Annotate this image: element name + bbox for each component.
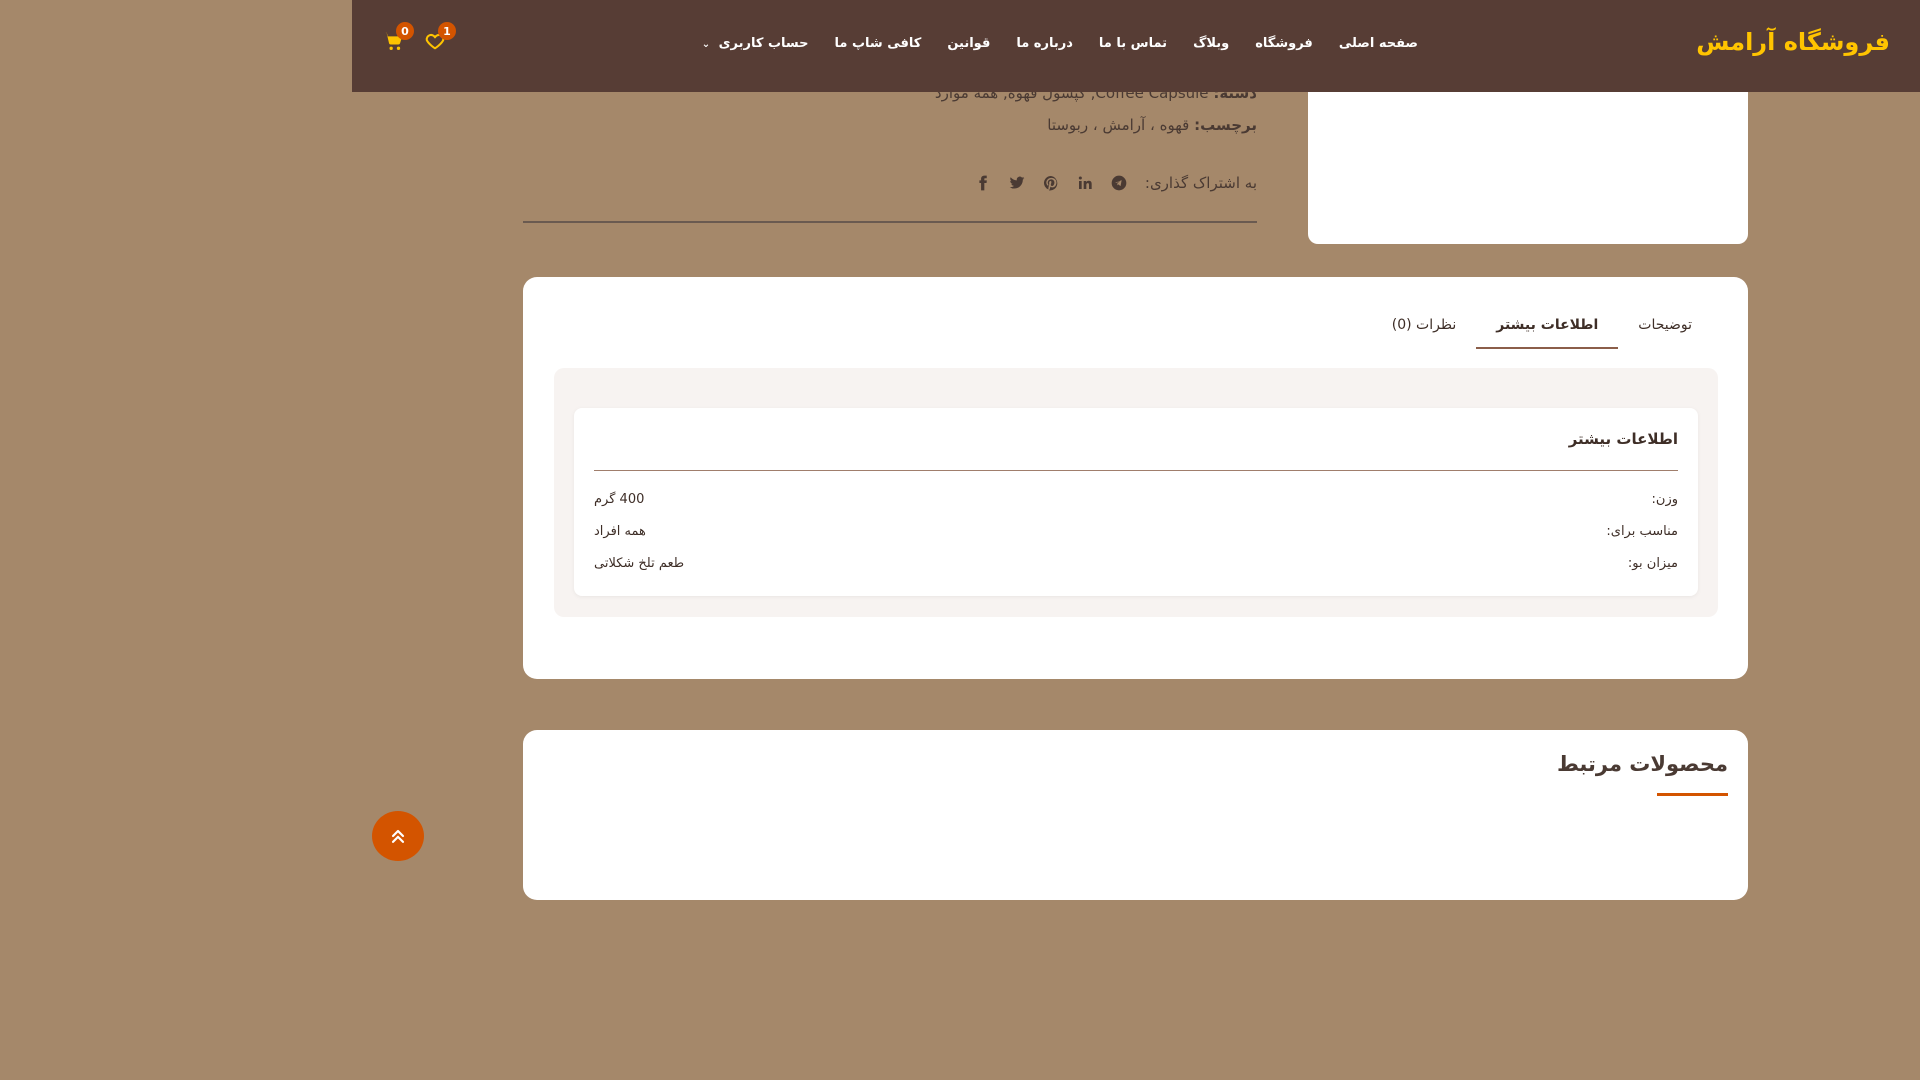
- cart-button[interactable]: 0: [382, 22, 414, 52]
- wishlist-button[interactable]: 1: [424, 22, 456, 52]
- tab-reviews[interactable]: نظرات (0): [1372, 313, 1476, 349]
- share-label: به اشتراک گذاری:: [1144, 174, 1257, 192]
- twitter-icon[interactable]: [1009, 175, 1025, 191]
- telegram-icon[interactable]: [1111, 175, 1127, 191]
- nav-item-contact[interactable]: تماس با ما: [1099, 36, 1167, 51]
- product-tabs-card: توضیحات اطلاعات بیشتر نظرات (0) اطلاعات …: [523, 277, 1748, 679]
- additional-info-box: اطلاعات بیشتر وزن: 400 گرم مناسب برای: ه…: [574, 408, 1698, 596]
- site-logo[interactable]: فروشگاه آرامش: [1696, 28, 1890, 56]
- product-tabs: توضیحات اطلاعات بیشتر نظرات (0): [1372, 313, 1712, 349]
- double-chevron-up-icon: [391, 829, 405, 843]
- info-label: وزن:: [1651, 492, 1678, 507]
- facebook-icon[interactable]: [975, 175, 991, 191]
- nav-item-home[interactable]: صفحه اصلی: [1339, 36, 1418, 51]
- tags-value[interactable]: قهوه ، آرامش ، ربوستا: [1047, 116, 1189, 134]
- nav-item-account[interactable]: حساب کاربری ⌄: [702, 36, 809, 51]
- nav-item-shop[interactable]: فروشگاه: [1255, 36, 1313, 51]
- info-row-aroma: میزان بو: طعم تلخ شکلاتی: [594, 556, 1678, 578]
- linkedin-icon[interactable]: [1077, 175, 1093, 191]
- info-value: همه افراد: [594, 524, 646, 539]
- info-label: مناسب برای:: [1606, 524, 1678, 539]
- site-header: فروشگاه آرامش صفحه اصلی فروشگاه وبلاگ تم…: [352, 0, 1920, 92]
- related-title-underline: [1657, 793, 1728, 796]
- header-actions: 1 0: [382, 22, 456, 52]
- meta-divider: [523, 221, 1257, 223]
- tags-label: برچسب:: [1194, 116, 1257, 134]
- info-value: طعم تلخ شکلاتی: [594, 556, 685, 571]
- nav-item-rules[interactable]: قوانین: [947, 36, 990, 51]
- pinterest-icon[interactable]: [1043, 175, 1059, 191]
- scroll-to-top-button[interactable]: [372, 811, 424, 861]
- related-products-card: محصولات مرتبط: [523, 730, 1748, 900]
- info-row-suitable-for: مناسب برای: همه افراد: [594, 524, 1678, 546]
- additional-info-title: اطلاعات بیشتر: [1568, 430, 1678, 448]
- info-row-weight: وزن: 400 گرم: [594, 492, 1678, 514]
- info-value: 400 گرم: [594, 492, 645, 507]
- tab-panel: اطلاعات بیشتر وزن: 400 گرم مناسب برای: ه…: [554, 368, 1718, 617]
- share-bar: به اشتراک گذاری:: [975, 174, 1257, 192]
- additional-info-divider: [594, 470, 1678, 471]
- product-tags: برچسب: قهوه ، آرامش ، ربوستا: [497, 116, 1257, 134]
- wishlist-count-badge: 1: [438, 22, 456, 40]
- nav-item-blog[interactable]: وبلاگ: [1193, 36, 1229, 51]
- tab-additional-info[interactable]: اطلاعات بیشتر: [1476, 313, 1619, 349]
- nav-item-cafe[interactable]: کافی شاپ ما: [835, 36, 922, 51]
- nav-item-about[interactable]: درباره ما: [1016, 36, 1073, 51]
- tab-description[interactable]: توضیحات: [1618, 313, 1712, 349]
- nav-item-account-label: حساب کاربری: [718, 36, 809, 51]
- related-products-title: محصولات مرتبط: [1556, 752, 1728, 776]
- info-label: میزان بو:: [1627, 556, 1678, 571]
- chevron-down-icon: ⌄: [701, 39, 711, 50]
- cart-count-badge: 0: [396, 22, 414, 40]
- main-nav: صفحه اصلی فروشگاه وبلاگ تماس با ما دربار…: [702, 36, 1418, 51]
